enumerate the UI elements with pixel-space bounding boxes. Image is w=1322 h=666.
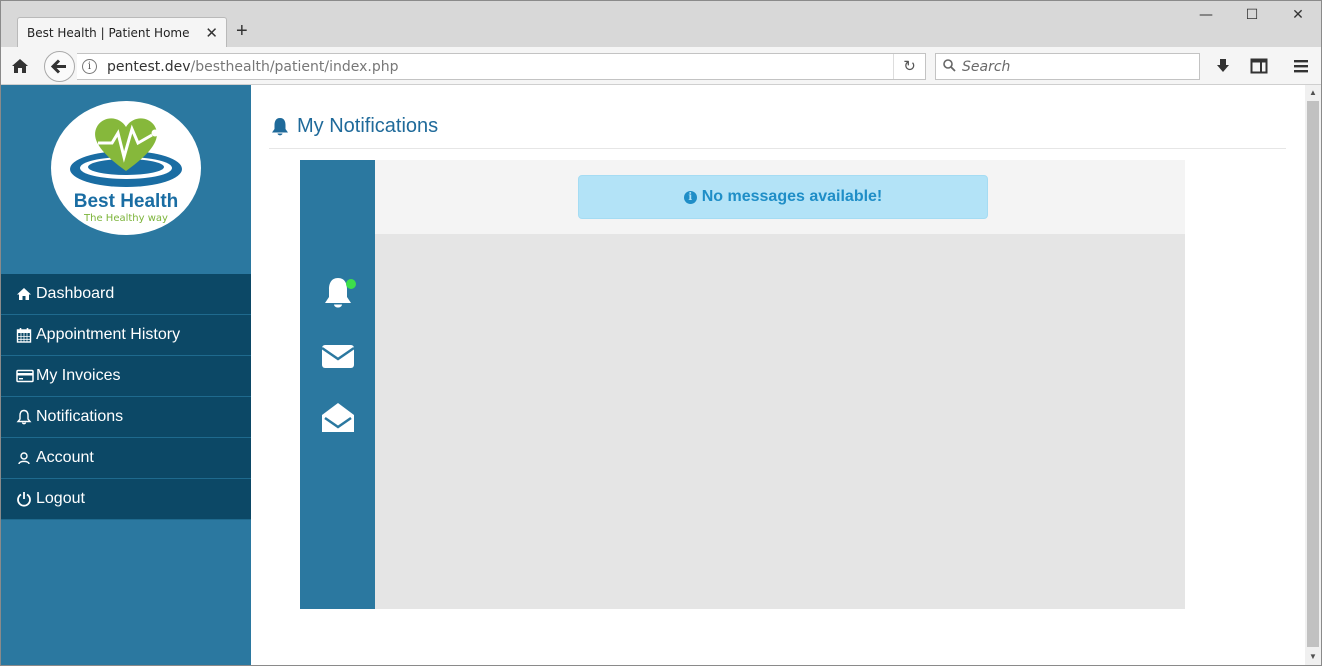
sidebar-toggle-icon[interactable] [1250,57,1268,75]
sidebar-item-logout[interactable]: Logout [1,479,251,520]
maximize-button[interactable]: ☐ [1237,7,1267,23]
sidebar-item-my-invoices[interactable]: My Invoices [1,356,251,397]
sidebar-menu: Dashboard Appointment History My Invoice… [1,274,251,520]
envelope-icon[interactable] [321,339,355,373]
no-messages-alert: i No messages available! [578,175,988,219]
navigation-bar: i pentest.dev/besthealth/patient/index.p… [1,47,1321,85]
site-info-icon[interactable]: i [82,59,97,74]
tab-close-icon[interactable]: ✕ [205,24,218,42]
sidebar-item-label: Appointment History [36,326,181,343]
sidebar-item-appointment-history[interactable]: Appointment History [1,315,251,356]
notification-filter-bar [300,160,375,609]
heart-logo-icon [70,118,182,187]
search-icon [943,59,956,72]
page-title: My Notifications [297,115,439,137]
vertical-scrollbar[interactable]: ▲ ▼ [1305,85,1321,665]
sidebar-item-label: Notifications [36,408,124,425]
title-bar: Best Health | Patient Home ✕ + — ☐ ✕ [1,1,1321,48]
notifications-header: i No messages available! [375,160,1185,234]
back-arrow-icon [50,59,66,74]
url-text: pentest.dev/besthealth/patient/index.php [107,59,398,75]
alert-text: No messages available! [701,188,883,205]
tab-title: Best Health | Patient Home [27,26,190,40]
logo[interactable]: Best Health The Healthy way [51,101,201,235]
bell-icon [16,409,32,425]
minimize-button[interactable]: — [1191,7,1221,23]
search-input[interactable] [962,59,1192,75]
browser-tab[interactable]: Best Health | Patient Home ✕ [17,17,227,48]
calendar-icon [16,328,32,343]
credit-card-icon [16,369,34,383]
sidebar-item-account[interactable]: Account [1,438,251,479]
sidebar: Best Health The Healthy way Dashboard Ap… [1,85,251,665]
search-box[interactable] [935,53,1200,80]
sidebar-item-label: Dashboard [36,285,115,302]
bell-icon [272,118,288,136]
info-icon: i [683,191,697,204]
scroll-up-icon[interactable]: ▲ [1305,85,1321,101]
envelope-open-icon[interactable] [321,401,355,435]
scroll-down-icon[interactable]: ▼ [1305,649,1321,665]
sidebar-item-dashboard[interactable]: Dashboard [1,274,251,315]
home-icon[interactable] [11,57,29,75]
sidebar-item-label: Logout [36,490,85,507]
reload-icon[interactable]: ↻ [893,54,925,79]
url-path: /besthealth/patient/index.php [190,59,399,75]
sidebar-item-notifications[interactable]: Notifications [1,397,251,438]
notifications-panel: i No messages available! [300,160,1185,609]
divider [269,148,1286,149]
window-close-button[interactable]: ✕ [1283,7,1313,23]
back-button[interactable] [44,51,75,82]
menu-icon[interactable] [1292,57,1310,75]
url-bar[interactable]: i pentest.dev/besthealth/patient/index.p… [77,53,926,80]
scroll-thumb[interactable] [1307,101,1319,647]
sidebar-item-label: Account [36,449,94,466]
logo-title: Best Health [73,191,179,212]
sidebar-item-label: My Invoices [36,367,121,384]
browser-window: Best Health | Patient Home ✕ + — ☐ ✕ i p… [0,0,1322,666]
user-icon [18,452,30,465]
new-tab-button[interactable]: + [236,19,248,43]
home-icon [17,288,31,300]
logo-subtitle: The Healthy way [84,213,168,224]
power-icon [17,492,31,507]
unread-status-dot [346,279,356,289]
page-viewport: Best Health The Healthy way Dashboard Ap… [1,85,1305,665]
url-host: pentest.dev [107,59,191,75]
main-content: My Notifications i No messages available… [269,85,1287,665]
download-icon[interactable] [1214,57,1232,75]
